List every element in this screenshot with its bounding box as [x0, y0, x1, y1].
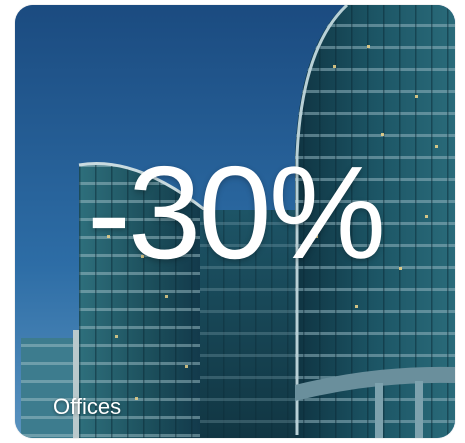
- offices-offer-tile[interactable]: -30% Offices: [15, 5, 455, 438]
- category-label: Offices: [53, 394, 122, 419]
- office-building-photo: [15, 5, 455, 438]
- right-tower: [295, 5, 455, 438]
- distant-building: [21, 330, 79, 438]
- middle-tower: [200, 210, 295, 438]
